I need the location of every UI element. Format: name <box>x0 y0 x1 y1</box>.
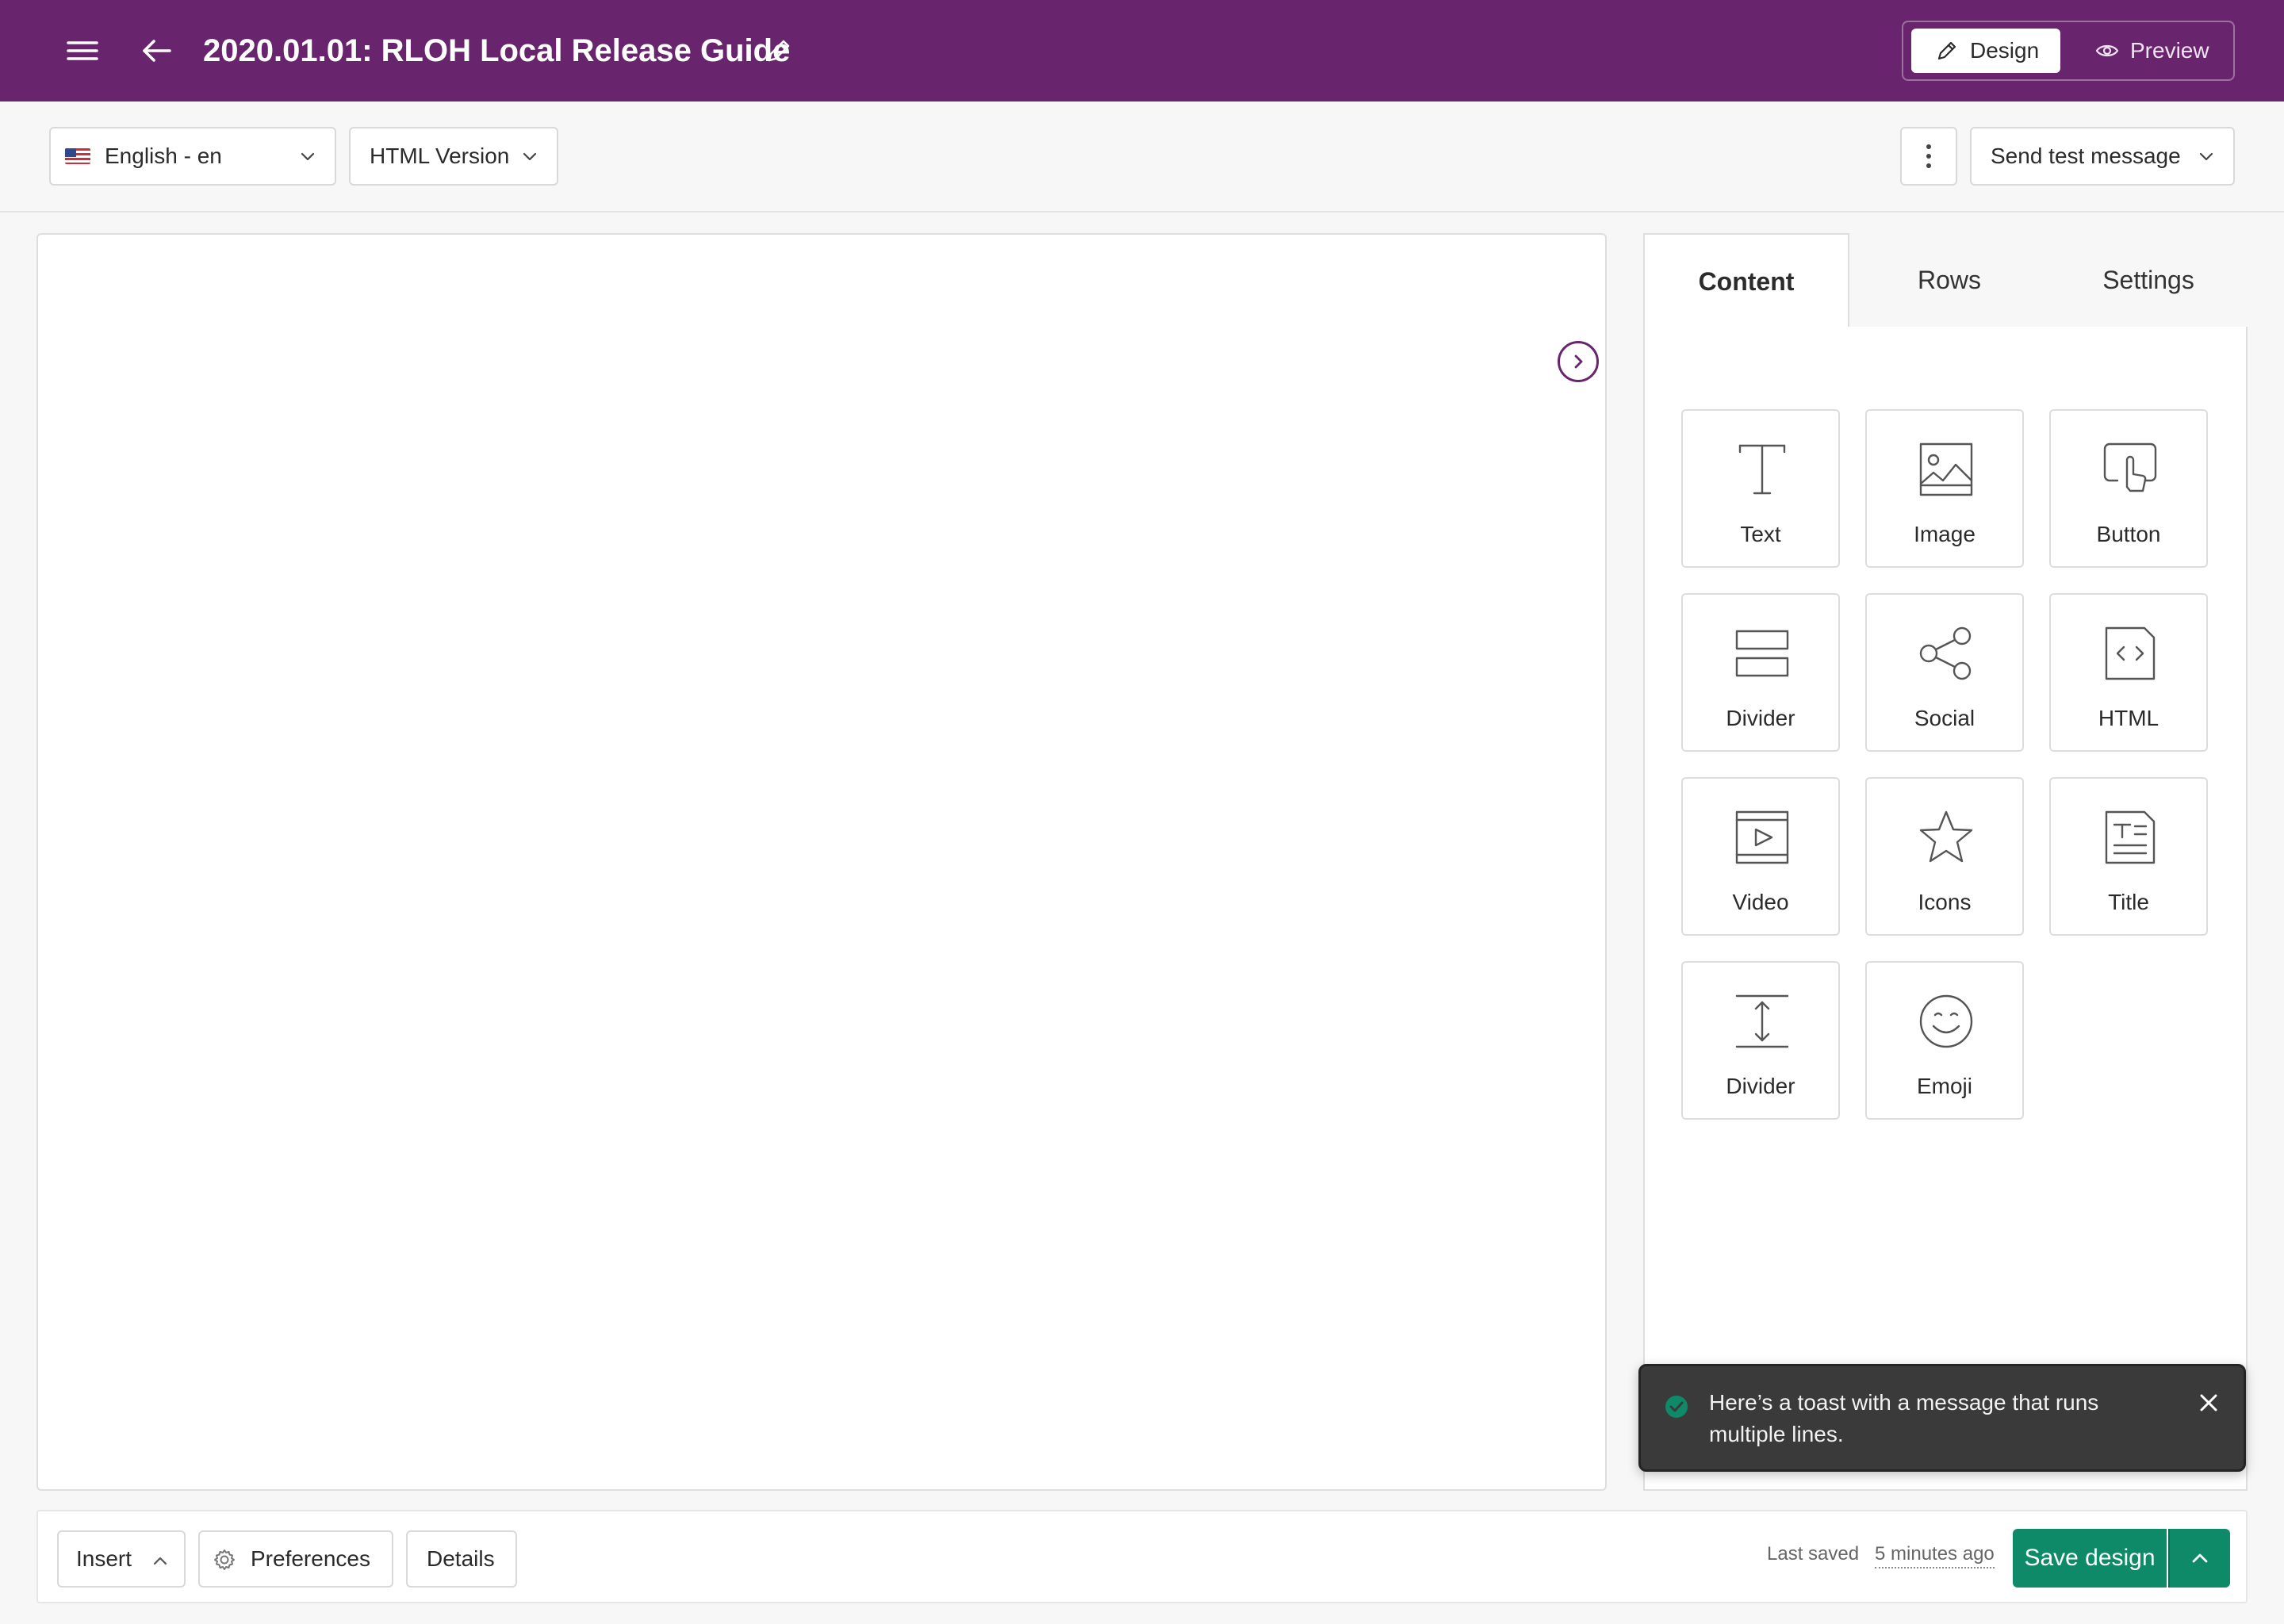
tool-label: Text <box>1740 522 1781 546</box>
tool-label: Image <box>1914 522 1976 546</box>
tool-title[interactable]: Title <box>2049 777 2208 936</box>
tool-emoji[interactable]: Emoji <box>1865 961 2024 1120</box>
last-saved-label: Last saved <box>1767 1543 1860 1565</box>
tool-label: Video <box>1732 890 1789 914</box>
version-select-value: HTML Version <box>370 144 510 168</box>
tool-label: Icons <box>1918 890 1972 914</box>
save-design-button[interactable]: Save design <box>2013 1529 2167 1588</box>
tool-label: Divider <box>1726 706 1795 730</box>
details-label: Details <box>427 1546 495 1571</box>
hamburger-menu-icon[interactable] <box>63 35 102 67</box>
tool-label: Button <box>2096 522 2161 546</box>
chevron-down-icon <box>301 152 315 161</box>
text-icon <box>1738 444 1786 495</box>
chevron-up-icon <box>153 1557 167 1565</box>
back-arrow-icon[interactable] <box>140 33 174 68</box>
tool-label: Divider <box>1726 1074 1795 1098</box>
eye-icon <box>2095 44 2119 57</box>
preview-mode-button[interactable]: Preview <box>2071 29 2227 73</box>
html-icon <box>2105 626 2156 680</box>
insert-label: Insert <box>76 1546 132 1571</box>
title-icon <box>2105 810 2156 864</box>
preferences-label: Preferences <box>251 1546 370 1571</box>
divider-icon <box>1735 630 1789 677</box>
design-mode-button[interactable]: Design <box>1911 29 2060 73</box>
gear-icon <box>214 1549 235 1570</box>
toast-notification: Here’s a toast with a message that runs … <box>1638 1364 2246 1472</box>
last-saved-time: 5 minutes ago <box>1875 1543 1995 1568</box>
check-circle-icon <box>1665 1396 1688 1418</box>
language-select[interactable]: English - en <box>49 127 336 186</box>
chevron-up-icon <box>2192 1553 2208 1563</box>
mode-toggle: Design Preview <box>1902 21 2235 81</box>
more-vertical-icon <box>1926 144 1931 168</box>
emoji-icon <box>1919 994 1973 1048</box>
editor-toolbar: English - en HTML Version Send test mess… <box>0 102 2284 213</box>
spacer-icon <box>1735 994 1789 1048</box>
tool-label: HTML <box>2098 706 2159 730</box>
tab-settings[interactable]: Settings <box>2049 233 2248 327</box>
pencil-icon[interactable] <box>765 36 793 65</box>
tab-rows[interactable]: Rows <box>1849 233 2049 327</box>
tool-icons[interactable]: Icons <box>1865 777 2024 936</box>
tool-html[interactable]: HTML <box>2049 593 2208 752</box>
version-select[interactable]: HTML Version <box>349 127 558 186</box>
pencil-icon <box>1937 41 1956 60</box>
send-test-message-label: Send test message <box>1991 144 2181 168</box>
chevron-down-icon <box>523 152 537 161</box>
toast-message: Here’s a toast with a message that runs … <box>1709 1390 2099 1446</box>
chevron-down-icon <box>2199 152 2213 161</box>
tool-spacer-divider[interactable]: Divider <box>1681 961 1840 1120</box>
side-panel: Content Rows Settings Text Image Button … <box>1643 233 2248 1491</box>
tool-button[interactable]: Button <box>2049 409 2208 568</box>
bottom-bar: Insert Preferences Details Last saved 5 … <box>36 1510 2248 1603</box>
details-button[interactable]: Details <box>406 1530 517 1588</box>
language-select-value: English - en <box>105 144 222 168</box>
star-icon <box>1919 810 1973 863</box>
app-header: 2020.01.01: RLOH Local Release Guide Des… <box>0 0 2284 102</box>
toggle-panel-button[interactable] <box>1558 341 1599 382</box>
tab-content[interactable]: Content <box>1643 233 1849 327</box>
send-test-message-select[interactable]: Send test message <box>1970 127 2235 186</box>
tool-image[interactable]: Image <box>1865 409 2024 568</box>
button-icon <box>2103 442 2157 492</box>
tool-label: Social <box>1914 706 1976 730</box>
tool-label: Emoji <box>1916 1074 1972 1098</box>
tool-label: Title <box>2108 890 2149 914</box>
chevron-right-icon <box>1574 354 1583 369</box>
save-options-button[interactable] <box>2168 1529 2230 1588</box>
tool-text[interactable]: Text <box>1681 409 1840 568</box>
image-icon <box>1919 442 1973 496</box>
insert-button[interactable]: Insert <box>57 1530 186 1588</box>
tool-video[interactable]: Video <box>1681 777 1840 936</box>
close-icon[interactable] <box>2197 1391 2221 1415</box>
video-icon <box>1735 810 1789 864</box>
social-icon <box>1919 626 1972 680</box>
tool-social[interactable]: Social <box>1865 593 2024 752</box>
preview-mode-label: Preview <box>2130 38 2209 63</box>
design-mode-label: Design <box>1970 38 2040 63</box>
more-options-button[interactable] <box>1900 127 1957 186</box>
us-flag-icon <box>65 148 90 164</box>
preferences-button[interactable]: Preferences <box>198 1530 393 1588</box>
tool-divider[interactable]: Divider <box>1681 593 1840 752</box>
design-canvas[interactable] <box>36 233 1607 1491</box>
page-title: 2020.01.01: RLOH Local Release Guide <box>203 33 791 68</box>
